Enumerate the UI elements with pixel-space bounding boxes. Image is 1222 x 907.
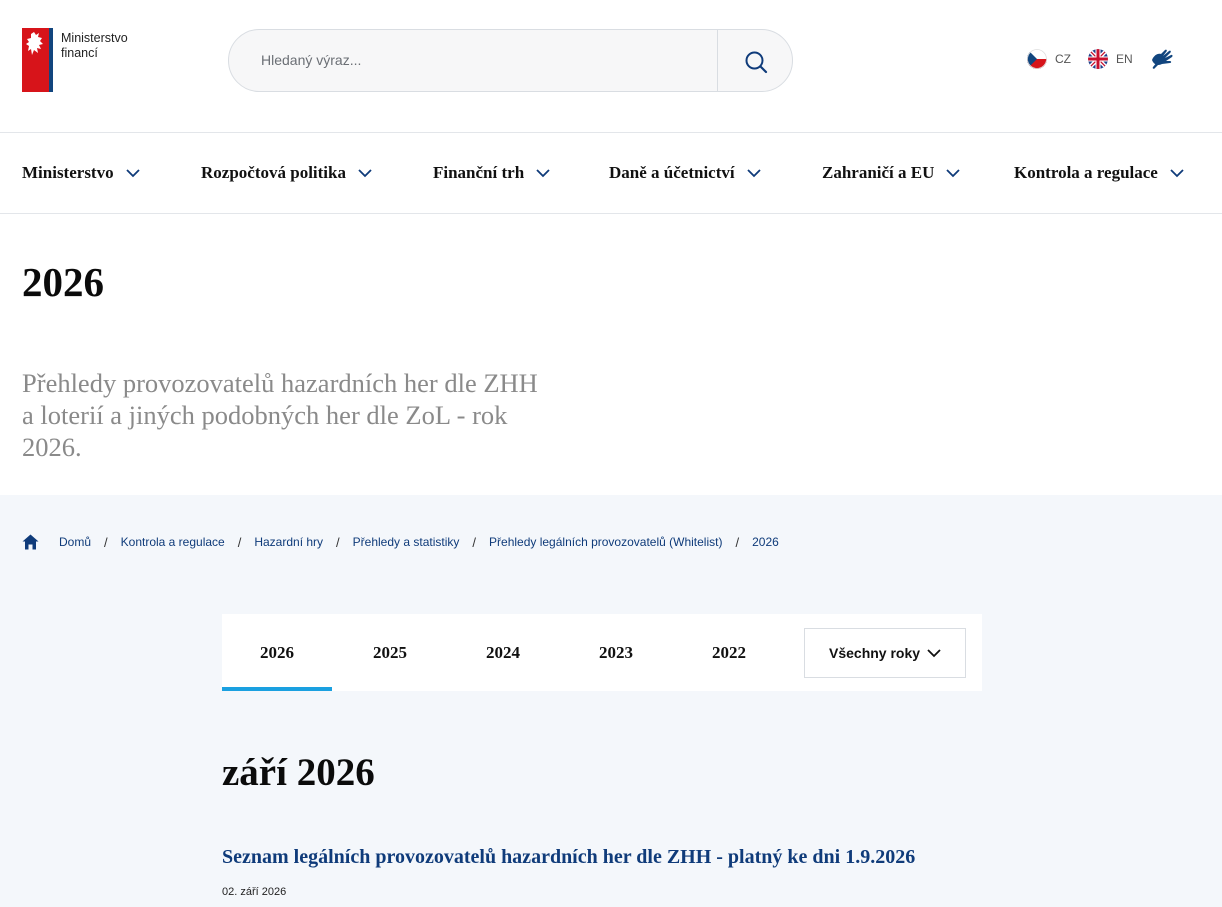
lion-icon	[26, 32, 43, 55]
site-header: Ministerstvo financí Hledaný výraz... CZ	[0, 0, 1222, 133]
nav-item-label: Zahraničí a EU	[822, 163, 935, 182]
main-navigation: Ministerstvo Rozpočtová politika Finančn…	[0, 133, 1222, 214]
breadcrumb-current[interactable]: 2026	[752, 535, 779, 549]
logo-line1: Ministerstvo	[61, 31, 128, 45]
document-link[interactable]: Seznam legálních provozovatelů hazardníc…	[222, 846, 915, 869]
sign-language-icon[interactable]	[1149, 46, 1179, 72]
chevron-down-icon	[358, 169, 372, 178]
nav-item-label: Kontrola a regulace	[1014, 163, 1158, 182]
language-en[interactable]: EN	[1088, 49, 1133, 69]
nav-item-kontrola-a-regulace[interactable]: Kontrola a regulace	[1014, 163, 1184, 183]
all-years-label: Všechny roky	[829, 645, 921, 661]
uk-flag-icon	[1088, 49, 1108, 69]
breadcrumb-item[interactable]: Přehledy a statistiky	[353, 535, 460, 549]
breadcrumb: Domů / Kontrola a regulace / Hazardní hr…	[22, 534, 779, 550]
nav-item-label: Daně a účetnictví	[609, 163, 735, 182]
chevron-down-icon	[536, 169, 550, 178]
chevron-down-icon	[946, 169, 961, 178]
year-tabs: 2026 2025 2024 2023 2022 Všechny roky	[222, 614, 982, 691]
ministry-logo[interactable]: Ministerstvo financí	[22, 28, 128, 92]
search-icon	[745, 51, 768, 73]
breadcrumb-separator: /	[104, 534, 108, 550]
tab-2024[interactable]: 2024	[448, 614, 558, 691]
breadcrumb-separator: /	[237, 534, 242, 550]
document-date: 02. září 2026	[222, 886, 287, 898]
all-years-dropdown[interactable]: Všechny roky	[804, 628, 966, 678]
breadcrumb-item[interactable]: Přehledy legálních provozovatelů (Whitel…	[489, 535, 722, 549]
tab-2022[interactable]: 2022	[674, 614, 784, 691]
nav-item-dane-a-ucetnictvi[interactable]: Daně a účetnictví	[609, 163, 761, 183]
search-button[interactable]	[718, 30, 792, 91]
nav-item-label: Finanční trh	[433, 163, 525, 182]
chevron-down-icon	[125, 169, 140, 178]
breadcrumb-item[interactable]: Kontrola a regulace	[121, 535, 225, 549]
breadcrumb-item[interactable]: Domů	[59, 535, 91, 549]
breadcrumb-separator: /	[472, 534, 477, 550]
chevron-down-icon	[1170, 169, 1184, 178]
breadcrumb-separator: /	[735, 534, 740, 550]
page-title: 2026	[22, 259, 104, 305]
home-icon[interactable]	[22, 534, 39, 550]
breadcrumb-item[interactable]: Hazardní hry	[254, 535, 323, 549]
nav-item-rozpoctova-politika[interactable]: Rozpočtová politika	[201, 163, 372, 183]
nav-item-zahranici-a-eu[interactable]: Zahraničí a EU	[822, 163, 961, 183]
logo-line2: financí	[61, 46, 98, 60]
logo-text: Ministerstvo financí	[61, 31, 128, 61]
czech-lion-emblem	[22, 28, 53, 92]
tab-2026[interactable]: 2026	[222, 614, 332, 691]
search-input[interactable]: Hledaný výraz...	[261, 52, 361, 68]
nav-item-label: Rozpočtová politika	[201, 163, 346, 182]
nav-item-label: Ministerstvo	[22, 163, 114, 182]
page-subtitle: Přehledy provozovatelů hazardních her dl…	[22, 368, 538, 462]
tab-2025[interactable]: 2025	[335, 614, 445, 691]
chevron-down-icon	[746, 169, 761, 178]
language-cz-label: CZ	[1055, 52, 1071, 66]
search-bar: Hledaný výraz...	[228, 29, 793, 92]
tab-2023[interactable]: 2023	[561, 614, 671, 691]
breadcrumb-separator: /	[336, 534, 340, 550]
month-heading: září 2026	[222, 751, 375, 794]
czech-flag-icon	[1027, 49, 1047, 69]
nav-item-ministerstvo[interactable]: Ministerstvo	[22, 163, 140, 183]
language-en-label: EN	[1116, 52, 1133, 66]
language-cz[interactable]: CZ	[1027, 49, 1071, 69]
nav-item-financni-trh[interactable]: Finanční trh	[433, 163, 550, 183]
chevron-down-icon	[927, 649, 941, 658]
